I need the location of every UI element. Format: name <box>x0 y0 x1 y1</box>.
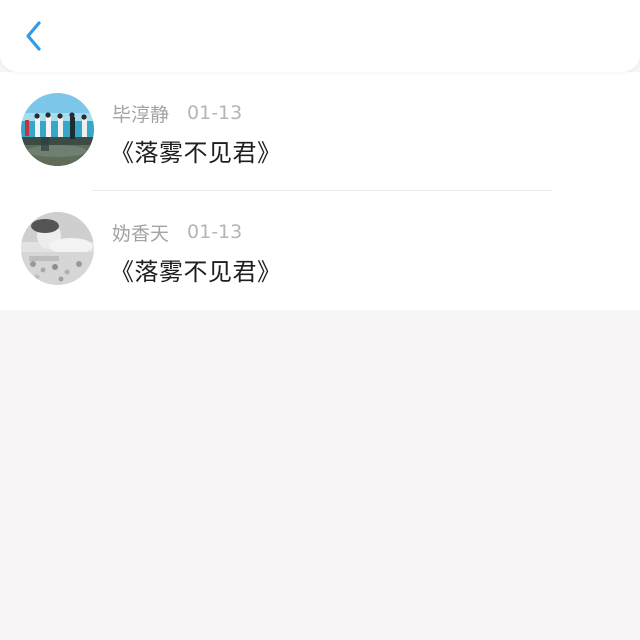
author-name[interactable]: 毕淳静 <box>112 100 169 127</box>
comment-date: 01-13 <box>187 221 243 243</box>
list-item[interactable]: 毕淳静 01-13 《落雾不见君》 <box>0 72 640 191</box>
beach-group-photo-avatar <box>21 93 94 166</box>
avatar[interactable] <box>21 212 94 285</box>
top-navigation-bar <box>0 0 640 72</box>
comment-text: 《落雾不见君》 <box>110 138 282 167</box>
comment-date: 01-13 <box>187 102 243 124</box>
list-item[interactable]: 妫香天 01-13 《落雾不见君》 <box>0 191 640 310</box>
avatar[interactable] <box>21 93 94 166</box>
back-button[interactable] <box>14 16 54 56</box>
grayscale-portrait-avatar <box>21 212 94 285</box>
chevron-left-icon <box>26 21 41 51</box>
comment-meta: 毕淳静 01-13 <box>112 100 242 126</box>
comment-meta: 妫香天 01-13 <box>112 219 242 245</box>
comment-text: 《落雾不见君》 <box>110 257 282 286</box>
comment-list: 毕淳静 01-13 《落雾不见君》 妫香天 01-13 《落雾不见君》 <box>0 72 640 310</box>
author-name[interactable]: 妫香天 <box>112 219 169 246</box>
